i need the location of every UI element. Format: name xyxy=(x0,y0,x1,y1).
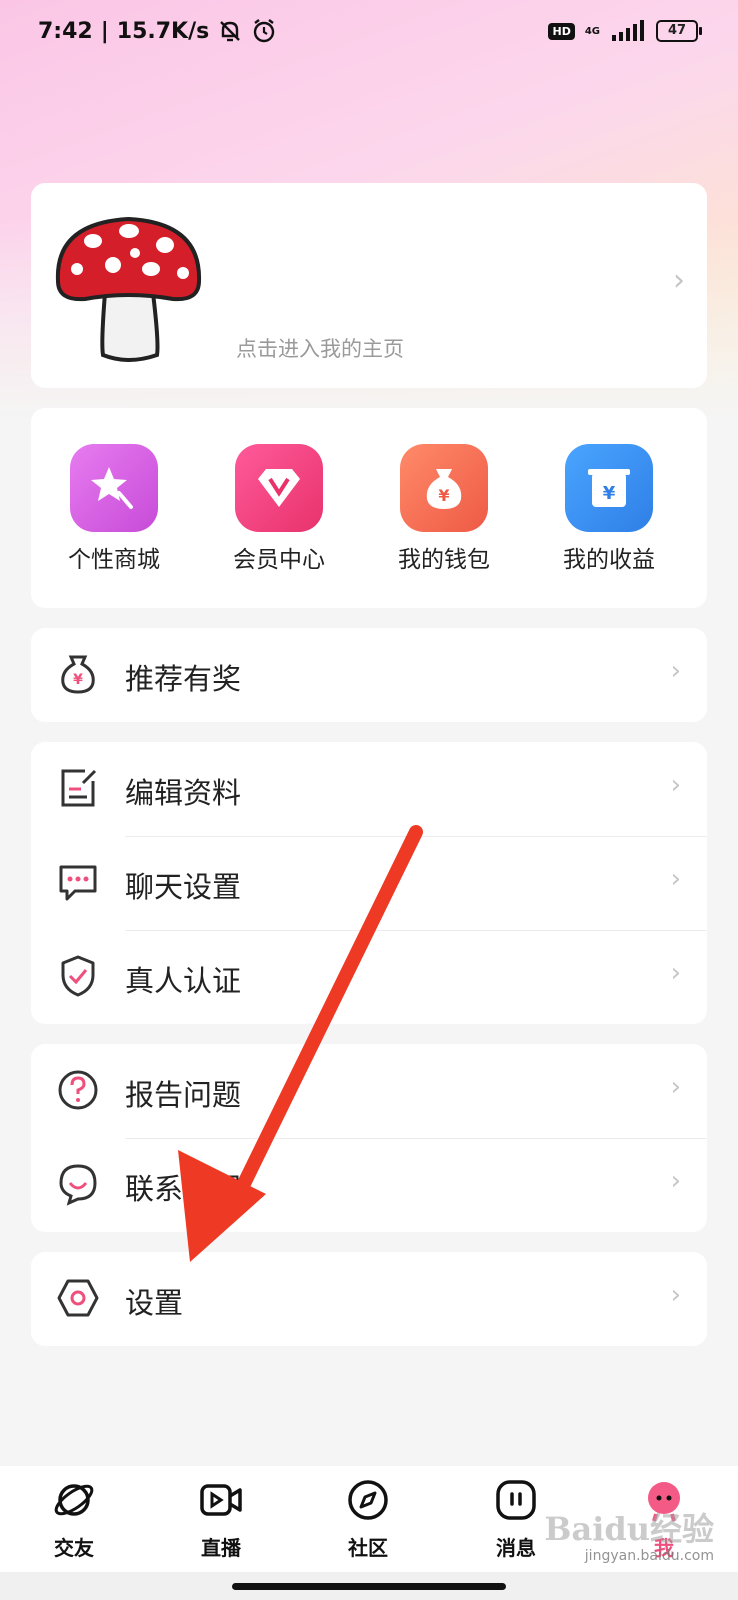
shortcut-earnings[interactable]: ¥ 我的收益 xyxy=(534,444,684,574)
menu-label: 联系客服 xyxy=(125,1172,242,1206)
customer-service-icon xyxy=(59,1164,97,1206)
shortcut-wallet[interactable]: ¥ 我的钱包 xyxy=(369,444,519,574)
menu-label: 真人认证 xyxy=(125,964,242,998)
shortcut-label: 个性商城 xyxy=(68,547,160,573)
diamond-v-icon xyxy=(235,444,323,532)
settings-hexagon-icon xyxy=(57,1279,99,1317)
menu-label: 报告问题 xyxy=(125,1078,242,1112)
money-bag-icon: ¥ xyxy=(400,444,488,532)
status-time: 7:42 xyxy=(38,18,93,44)
network-type: 4G xyxy=(584,25,600,37)
mushroom-avatar-icon[interactable] xyxy=(53,203,203,363)
menu-label: 聊天设置 xyxy=(125,870,242,904)
settings-card: 设置 › xyxy=(31,1252,707,1346)
svg-text:¥: ¥ xyxy=(438,486,449,505)
mute-bell-icon xyxy=(220,21,241,42)
reward-bag-icon: ¥ xyxy=(61,655,95,694)
tab-community[interactable]: 社区 xyxy=(308,1478,428,1561)
shortcut-card: 个性商城 会员中心 ¥ 我的钱包 ¥ 我的收益 xyxy=(31,408,707,608)
tab-live[interactable]: 直播 xyxy=(161,1478,281,1561)
tab-label: 交友 xyxy=(54,1536,94,1560)
alarm-icon xyxy=(254,19,275,43)
shortcut-store[interactable]: 个性商城 xyxy=(39,444,189,574)
edit-note-icon xyxy=(61,769,97,807)
svg-text:¥: ¥ xyxy=(73,672,83,688)
shortcut-vip-center[interactable]: 会员中心 xyxy=(204,444,354,574)
chevron-right-icon: › xyxy=(670,1166,681,1196)
menu-item-chat-settings[interactable]: 聊天设置 › xyxy=(31,836,707,930)
menu-label: 设置 xyxy=(125,1286,184,1320)
shortcut-label: 我的钱包 xyxy=(398,547,490,573)
battery-indicator: 47 xyxy=(656,20,702,42)
chevron-right-icon: › xyxy=(670,770,681,800)
menu-item-edit-profile[interactable]: 编辑资料 › xyxy=(31,742,707,836)
shortcut-label: 会员中心 xyxy=(233,547,325,573)
chat-bubble-icon xyxy=(59,865,97,901)
menu-label: 推荐有奖 xyxy=(125,662,242,696)
chevron-right-icon: › xyxy=(670,656,681,686)
question-circle-icon xyxy=(58,1070,98,1110)
reward-card: ¥ 推荐有奖 › xyxy=(31,628,707,722)
svg-text:¥: ¥ xyxy=(603,483,616,504)
status-left: 7:42 | 15.7K/s xyxy=(38,18,277,44)
menu-item-report-issue[interactable]: 报告问题 › xyxy=(31,1044,707,1138)
menu-item-reward[interactable]: ¥ 推荐有奖 › xyxy=(31,628,707,722)
support-card: 报告问题 › 联系客服 › xyxy=(31,1044,707,1232)
video-camera-icon xyxy=(200,1484,242,1516)
chevron-right-icon: › xyxy=(673,263,685,298)
baidu-watermark-url: jingyan.baidu.com xyxy=(584,1548,714,1564)
menu-item-settings[interactable]: 设置 › xyxy=(31,1252,707,1346)
shortcut-label: 我的收益 xyxy=(563,547,655,573)
compass-icon xyxy=(348,1480,388,1520)
tab-label: 直播 xyxy=(201,1536,241,1560)
chevron-right-icon: › xyxy=(670,1072,681,1102)
profile-settings-card: 编辑资料 › 聊天设置 › 真人认证 › xyxy=(31,742,707,1024)
chevron-right-icon: › xyxy=(670,864,681,894)
message-icon xyxy=(496,1480,536,1520)
baidu-watermark: Baidu经验 xyxy=(544,1510,714,1548)
tab-label: 社区 xyxy=(348,1536,388,1560)
chevron-right-icon: › xyxy=(670,1280,681,1310)
home-gesture-handle[interactable] xyxy=(232,1583,506,1590)
tab-dating[interactable]: 交友 xyxy=(14,1478,134,1561)
star-wand-icon xyxy=(70,444,158,532)
chevron-right-icon: › xyxy=(670,958,681,988)
status-separator: | xyxy=(100,18,109,44)
hd-badge: HD xyxy=(548,22,575,40)
signal-icon xyxy=(612,20,644,41)
menu-item-verification[interactable]: 真人认证 › xyxy=(31,930,707,1024)
home-page-link[interactable]: 点击进入我的主页 xyxy=(236,333,404,363)
earnings-box-icon: ¥ xyxy=(565,444,653,532)
status-right: HD 4G 47 xyxy=(548,20,702,42)
status-speed: 15.7K/s xyxy=(116,18,210,44)
planet-icon xyxy=(54,1484,94,1516)
shield-check-icon xyxy=(61,955,95,997)
menu-label: 编辑资料 xyxy=(125,776,242,810)
status-bar: 7:42 | 15.7K/s HD 4G 47 xyxy=(0,0,738,64)
profile-card[interactable]: 点击进入我的主页 › xyxy=(31,183,707,388)
menu-item-contact-service[interactable]: 联系客服 › xyxy=(31,1138,707,1232)
